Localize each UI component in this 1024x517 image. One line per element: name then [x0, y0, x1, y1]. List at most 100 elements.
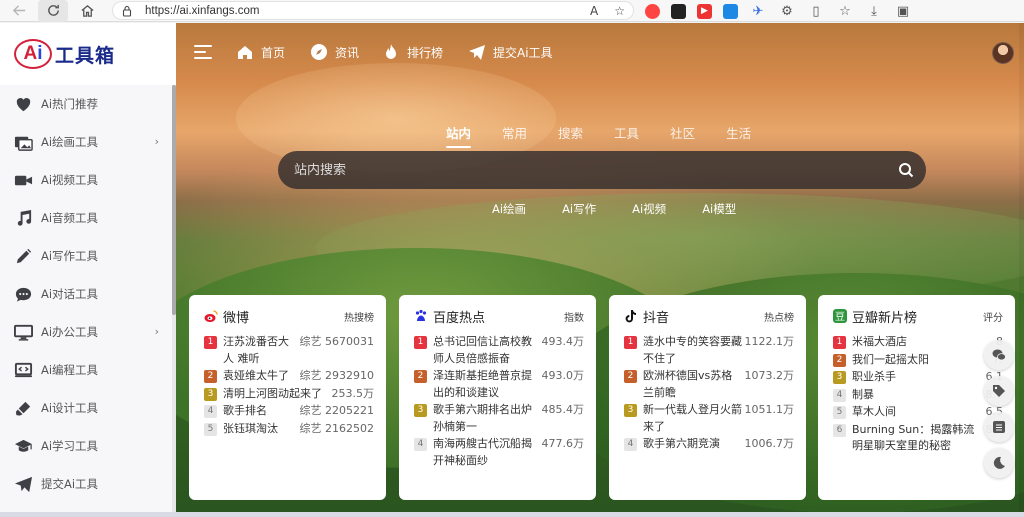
quick-link-0[interactable]: Ai绘画 — [492, 201, 526, 217]
search-tab-1[interactable]: 常用 — [502, 123, 527, 142]
search-tab-0[interactable]: 站内 — [446, 123, 472, 148]
hot-item-title[interactable]: 歌手第六期排名出炉 孙楠第一 — [433, 402, 540, 435]
search-tab-3[interactable]: 工具 — [614, 123, 639, 142]
moon-icon[interactable] — [984, 448, 1014, 478]
hot-list-item[interactable]: 4 歌手第六期竞演 1006.7万 — [624, 436, 794, 453]
menu-toggle-icon[interactable] — [194, 45, 212, 59]
play-extension-icon[interactable]: ▶ — [697, 3, 712, 19]
sidebar-item-3[interactable]: Ai音频工具 — [0, 199, 176, 237]
hot-item-title[interactable]: 汪苏泷番否大人 难听 — [223, 334, 298, 367]
hot-list-item[interactable]: 3 新一代载人登月火箭来了 1051.1万 — [624, 402, 794, 435]
user-avatar[interactable] — [992, 42, 1014, 64]
hot-item-title[interactable]: 草木人间 — [852, 404, 982, 421]
hot-item-title[interactable]: 职业杀手 — [852, 369, 982, 386]
hot-item-title[interactable]: 米福大酒店 — [852, 334, 992, 351]
sidebar-item-8[interactable]: Ai设计工具 — [0, 389, 176, 427]
hot-item-title[interactable]: 总书记回信让高校教师人员倍感振奋 — [433, 334, 540, 367]
sidebar-item-9[interactable]: Ai学习工具 — [0, 427, 176, 465]
sidebar-item-1[interactable]: Ai绘画工具 › — [0, 123, 176, 161]
sidebar-item-4[interactable]: Ai写作工具 — [0, 237, 176, 275]
hot-list-item[interactable]: 3职业杀手6.1 — [833, 369, 1003, 386]
search-input[interactable] — [294, 162, 854, 178]
hot-item-title[interactable]: 袁娅维太牛了 — [223, 368, 298, 385]
hot-list-item[interactable]: 2 欧洲杯德国vs苏格兰前瞻 1073.2万 — [624, 368, 794, 401]
collections-icon[interactable]: ▣ — [894, 4, 912, 19]
hot-item-title[interactable]: 歌手排名 — [223, 403, 298, 420]
tag-icon[interactable] — [984, 376, 1014, 406]
hot-list-item[interactable]: 5草木人间6.5 — [833, 404, 1003, 421]
hot-list-item[interactable]: 2 泽连斯基拒绝普京提出的和谈建议 493.0万 — [414, 368, 584, 401]
hot-list-item[interactable]: 3 歌手第六期排名出炉 孙楠第一 485.4万 — [414, 402, 584, 435]
hot-list-item[interactable]: 4 南海两艘古代沉船揭开神秘面纱 477.6万 — [414, 436, 584, 469]
quick-link-3[interactable]: Ai模型 — [702, 201, 736, 217]
sidebar-item-10[interactable]: 提交Ai工具 — [0, 465, 176, 503]
hot-item-title[interactable]: 我们一起摇太阳 — [852, 352, 989, 369]
hot-item-title[interactable]: 涟水中专的笑容要藏不住了 — [643, 334, 743, 367]
copy-extension-icon[interactable] — [723, 3, 738, 19]
hot-item-title[interactable]: Burning Sun：揭露韩流明星聊天室里的秘密 — [852, 422, 982, 455]
chevron-right-icon[interactable]: › — [155, 135, 159, 148]
split-view-icon[interactable]: ▯ — [807, 4, 825, 19]
address-bar[interactable]: https://ai.xinfangs.com A ☆ — [112, 1, 634, 20]
home-icon[interactable] — [72, 0, 102, 22]
chevron-right-icon[interactable]: › — [155, 325, 159, 338]
sidebar-item-6[interactable]: Ai办公工具 › — [0, 313, 176, 351]
hot-list-item[interactable]: 1 涟水中专的笑容要藏不住了 1122.1万 — [624, 334, 794, 367]
hot-item-title[interactable]: 制暴 — [852, 387, 982, 404]
flame-extension-icon[interactable] — [645, 3, 660, 19]
quick-link-2[interactable]: Ai视频 — [632, 201, 666, 217]
read-aloud-icon[interactable]: A — [590, 3, 598, 19]
hot-list-item[interactable]: 4制暴8.7 — [833, 387, 1003, 404]
hot-list-item[interactable]: 1 汪苏泷番否大人 难听 综艺 5670031 — [204, 334, 374, 367]
card-tag[interactable]: 热搜榜 — [344, 309, 374, 324]
extension-icon[interactable] — [671, 3, 686, 19]
favorite-star-icon[interactable]: ☆ — [614, 3, 625, 19]
card-title[interactable]: 微博 — [223, 307, 249, 326]
hot-item-title[interactable]: 欧洲杯德国vs苏格兰前瞻 — [643, 368, 743, 401]
search-tab-5[interactable]: 生活 — [726, 123, 751, 142]
list-icon[interactable] — [984, 412, 1014, 442]
sidebar-item-5[interactable]: Ai对话工具 — [0, 275, 176, 313]
horizontal-scrollbar[interactable] — [0, 512, 1024, 517]
card-title[interactable]: 百度热点 — [433, 307, 485, 326]
back-arrow-icon[interactable] — [4, 0, 34, 22]
quick-link-1[interactable]: Ai写作 — [562, 201, 596, 217]
sidebar-item-7[interactable]: Ai编程工具 — [0, 351, 176, 389]
hot-list-item[interactable]: 1 总书记回信让高校教师人员倍感振奋 493.4万 — [414, 334, 584, 367]
card-tag[interactable]: 热点榜 — [764, 309, 794, 324]
search-tab-2[interactable]: 搜索 — [558, 123, 583, 142]
favorites-icon[interactable]: ☆ — [836, 4, 854, 19]
hot-item-title[interactable]: 泽连斯基拒绝普京提出的和谈建议 — [433, 368, 540, 401]
card-tag[interactable]: 评分 — [983, 309, 1003, 324]
hot-item-title[interactable]: 南海两艘古代沉船揭开神秘面纱 — [433, 436, 540, 469]
hot-item-title[interactable]: 张钰琪淘汰 — [223, 421, 298, 438]
download-icon[interactable]: ⤓ — [865, 4, 883, 19]
hot-list-item[interactable]: 5 张钰琪淘汰 综艺 2162502 — [204, 421, 374, 438]
hot-item-title[interactable]: 歌手第六期竞演 — [643, 436, 743, 453]
site-logo[interactable]: Ai 工具箱 — [0, 23, 176, 85]
wechat-icon[interactable] — [984, 340, 1014, 370]
nav-submit-tool[interactable]: 提交Ai工具 — [468, 43, 553, 61]
bird-extension-icon[interactable]: ✈ — [749, 4, 767, 19]
refresh-icon[interactable] — [38, 0, 68, 22]
nav-home[interactable]: 首页 — [236, 43, 285, 61]
hot-item-title[interactable]: 新一代载人登月火箭来了 — [643, 402, 743, 435]
hot-list-item[interactable]: 1米福大酒店8 — [833, 334, 1003, 351]
puzzle-icon[interactable]: ⚙ — [778, 4, 796, 19]
sidebar-item-0[interactable]: Ai热门推荐 — [0, 85, 176, 123]
card-title[interactable]: 抖音 — [643, 307, 669, 326]
hot-list-item[interactable]: 2我们一起摇太阳7. — [833, 352, 1003, 369]
search-icon[interactable] — [898, 162, 914, 178]
hot-item-title[interactable]: 清明上河图动起来了 — [223, 386, 330, 403]
nav-ranking[interactable]: 排行榜 — [382, 43, 443, 61]
sidebar-item-2[interactable]: Ai视频工具 — [0, 161, 176, 199]
card-title[interactable]: 豆瓣新片榜 — [852, 307, 917, 326]
hot-list-item[interactable]: 3 清明上河图动起来了 253.5万 — [204, 386, 374, 403]
hot-list-item[interactable]: 6Burning Sun：揭露韩流明星聊天室里的秘密8.6 — [833, 422, 1003, 455]
hot-list-item[interactable]: 4 歌手排名 综艺 2205221 — [204, 403, 374, 420]
search-tab-4[interactable]: 社区 — [670, 123, 695, 142]
nav-news[interactable]: 资讯 — [310, 43, 359, 61]
hot-list-item[interactable]: 2 袁娅维太牛了 综艺 2932910 — [204, 368, 374, 385]
card-tag[interactable]: 指数 — [564, 309, 584, 324]
page-scrollbar[interactable] — [1019, 23, 1024, 512]
